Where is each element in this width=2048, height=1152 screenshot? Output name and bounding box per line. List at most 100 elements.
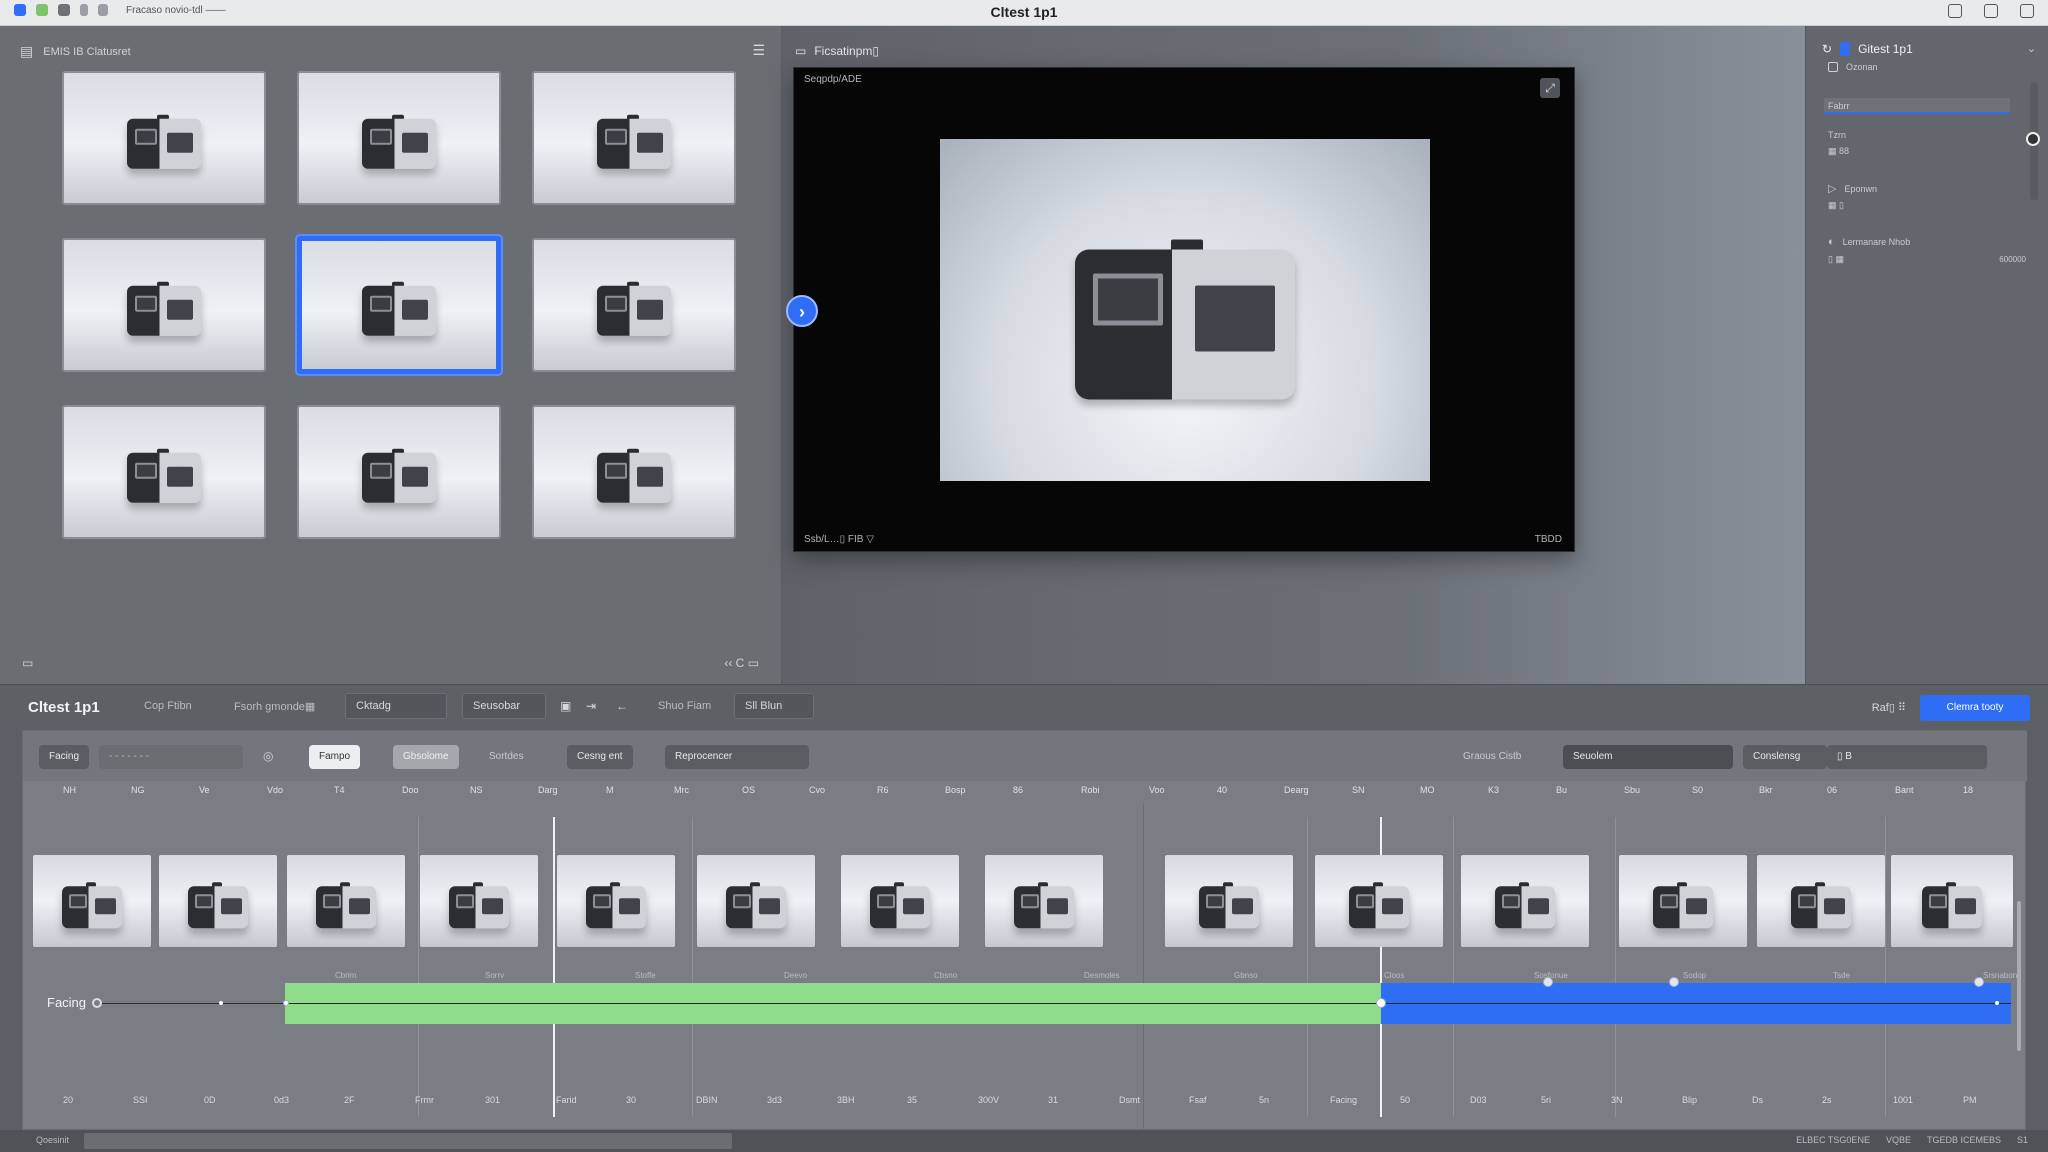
- ruler-tick-label: Facing: [1330, 1095, 1358, 1105]
- link-icon[interactable]: ⇥: [586, 699, 596, 713]
- media-thumbnail[interactable]: [62, 238, 266, 372]
- media-thumbnail[interactable]: [532, 238, 736, 372]
- inspector-row[interactable]: ▷ Eponwn: [1828, 182, 1877, 195]
- filmstrip-frame[interactable]: [287, 855, 405, 947]
- inspector-header: ↻ Gitest 1p1: [1822, 42, 1913, 56]
- timeline-button[interactable]: Sll Blun: [734, 693, 814, 719]
- device-image: [316, 880, 376, 929]
- timeline-tab[interactable]: Cop Ftibn: [144, 700, 192, 712]
- mode-button[interactable]: Fampo: [309, 745, 361, 769]
- keyframe[interactable]: [1376, 998, 1386, 1008]
- keyframe[interactable]: [1974, 977, 1984, 987]
- keyframe[interactable]: [1669, 977, 1679, 987]
- pin-icon[interactable]: [80, 4, 88, 16]
- green-app-icon[interactable]: [36, 4, 48, 16]
- inspector-row[interactable]: Tzrn: [1828, 130, 1846, 140]
- keyframe[interactable]: [1995, 1001, 1999, 1005]
- keyframe[interactable]: [283, 1000, 289, 1006]
- timeline-tab[interactable]: Shuo Fiam: [658, 700, 711, 712]
- grid-view-icon[interactable]: ▭: [22, 656, 33, 670]
- back-icon[interactable]: ←: [616, 699, 628, 713]
- ruler-tick-label: Doo: [402, 785, 419, 795]
- timeline-scrollbar[interactable]: [2017, 901, 2021, 1051]
- filmstrip-frame[interactable]: [1619, 855, 1747, 947]
- media-thumbnail[interactable]: [62, 71, 266, 205]
- timeline-ruler-top[interactable]: NH NG Ve Vdo T4 Doo NS Darg M Mrc OS Cvo R6 Bosp 86 Rob…: [23, 781, 2027, 803]
- sort-dropdown[interactable]: Sortdes: [479, 745, 533, 769]
- grid-icon[interactable]: [58, 4, 70, 16]
- filmstrip-frame[interactable]: [1461, 855, 1589, 947]
- library-icon[interactable]: ▤: [20, 43, 33, 60]
- inspector-row-label: ▦ ▯: [1828, 200, 1844, 210]
- facing-dropdown[interactable]: - - - - - - -: [99, 745, 243, 769]
- ruler-tick-label: Vdo: [267, 785, 284, 795]
- filmstrip-frame[interactable]: [420, 855, 538, 947]
- filmstrip-frame[interactable]: [33, 855, 151, 947]
- snap-icon[interactable]: ▣: [560, 699, 571, 713]
- segment-control[interactable]: Seuolem: [1563, 745, 1733, 769]
- status-item: VQBE: [1885, 1135, 1911, 1145]
- track-toggle-icon[interactable]: [92, 997, 103, 1008]
- user-icon[interactable]: [1948, 4, 1962, 18]
- preview-image: [940, 139, 1430, 481]
- ruler-tick-label: 50: [1400, 1095, 1411, 1105]
- status-item: S1: [2016, 1135, 2028, 1145]
- media-thumbnail-selected[interactable]: [297, 236, 501, 374]
- filmstrip-frame[interactable]: [841, 855, 959, 947]
- file-path[interactable]: Fracaso novio-tdl ——: [126, 5, 225, 16]
- filmstrip-frame[interactable]: [1315, 855, 1443, 947]
- browser-footer-controls[interactable]: ‹‹ C ▭: [724, 656, 759, 670]
- filmstrip-frame[interactable]: [159, 855, 277, 947]
- play-icon[interactable]: ›: [786, 295, 818, 327]
- marker-line: [1615, 817, 1616, 1117]
- keyframe[interactable]: [219, 1001, 223, 1005]
- panel-menu-icon[interactable]: ☰: [752, 42, 765, 59]
- filmstrip-frame[interactable]: [1757, 855, 1885, 947]
- preview-viewer[interactable]: Seqpdp/ADE ⤢ Ssb/L…▯ FIB ▽ TBDD: [793, 67, 1575, 552]
- filmstrip-frame[interactable]: [697, 855, 815, 947]
- inspector-row[interactable]: Fabrr: [1828, 101, 1850, 111]
- view-select[interactable]: ▯ B: [1827, 745, 1987, 769]
- collapse-icon[interactable]: ⌄: [2027, 42, 2036, 55]
- status-input[interactable]: [84, 1133, 732, 1149]
- viewer-format-select[interactable]: Ssb/L…▯ FIB ▽: [804, 534, 874, 545]
- facing-button[interactable]: Facing: [39, 745, 90, 769]
- media-thumbnail[interactable]: [297, 405, 501, 539]
- camera-icon[interactable]: ◎: [263, 749, 273, 763]
- timeline-button[interactable]: Conslensg: [1743, 745, 1827, 769]
- keyframe[interactable]: [1543, 977, 1553, 987]
- fullscreen-icon[interactable]: ⤢: [1540, 78, 1560, 98]
- refresh-icon[interactable]: ↻: [1822, 42, 1832, 56]
- media-thumbnail[interactable]: [532, 405, 736, 539]
- app-icon[interactable]: [14, 4, 26, 16]
- timeline-select[interactable]: Cktadg: [345, 693, 447, 719]
- timeline-button[interactable]: Seusobar: [462, 693, 546, 719]
- mode-button[interactable]: Gbsolome: [393, 745, 459, 769]
- filmstrip-frame[interactable]: [1891, 855, 2013, 947]
- timeline-button[interactable]: Cesng ent: [567, 745, 633, 769]
- checkbox-icon[interactable]: [1828, 62, 1838, 72]
- tag-icon[interactable]: [98, 4, 108, 16]
- window-icon[interactable]: [2020, 4, 2034, 18]
- inspector-row[interactable]: ▯ ▦: [1828, 254, 1844, 265]
- inspector-row[interactable]: ◐ Lermanare Nhob: [1828, 236, 1910, 248]
- media-thumbnail[interactable]: [532, 71, 736, 205]
- layout-icon[interactable]: [1984, 4, 1998, 18]
- toggle-icon[interactable]: [2026, 132, 2040, 146]
- media-thumbnail[interactable]: [297, 71, 501, 205]
- filmstrip-frame[interactable]: [985, 855, 1103, 947]
- ruler-tick-label: T4: [334, 785, 345, 795]
- inspector-row[interactable]: ▦ ▯: [1828, 200, 1844, 211]
- timeline-tab[interactable]: Fsorh gmonde▦: [234, 700, 315, 713]
- timeline-header-icons[interactable]: Raf▯ ⠿: [1872, 701, 1906, 714]
- playhead[interactable]: [553, 817, 555, 1117]
- render-dropdown[interactable]: Reprocencer: [665, 745, 809, 769]
- filmstrip-frame[interactable]: [1165, 855, 1293, 947]
- inspector-row[interactable]: ▦ 88: [1828, 146, 1849, 157]
- ruler-tick-label: Stoffe: [635, 971, 656, 980]
- inspector-row[interactable]: Ozonan: [1828, 62, 1878, 72]
- media-thumbnail[interactable]: [62, 405, 266, 539]
- filmstrip-frame[interactable]: [557, 855, 675, 947]
- export-button[interactable]: Clemra tooty: [1920, 695, 2030, 721]
- inspector-selected-row[interactable]: [1824, 98, 2010, 114]
